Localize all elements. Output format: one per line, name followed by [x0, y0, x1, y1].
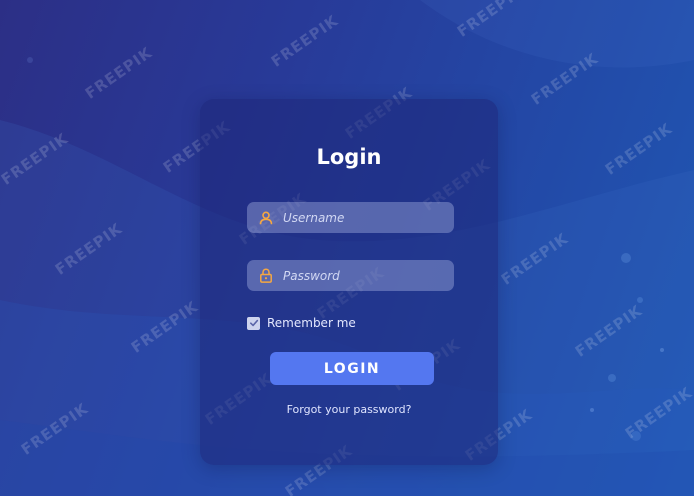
remember-me-checkbox[interactable] [247, 316, 260, 330]
password-field[interactable] [247, 259, 454, 292]
username-field[interactable] [247, 201, 454, 234]
remember-me-label: Remember me [267, 316, 356, 330]
checkmark-icon [249, 319, 258, 327]
login-card: Login Remember me LOGIN Forgot yo [200, 99, 498, 465]
login-button[interactable]: LOGIN [270, 352, 434, 385]
forgot-password-link[interactable]: Forgot your password? [200, 403, 498, 416]
password-input[interactable] [274, 259, 454, 292]
lock-icon [258, 268, 274, 284]
remember-me-toggle[interactable]: Remember me [247, 316, 356, 330]
login-title: Login [316, 145, 382, 169]
user-icon [258, 210, 274, 226]
username-input[interactable] [274, 201, 454, 234]
